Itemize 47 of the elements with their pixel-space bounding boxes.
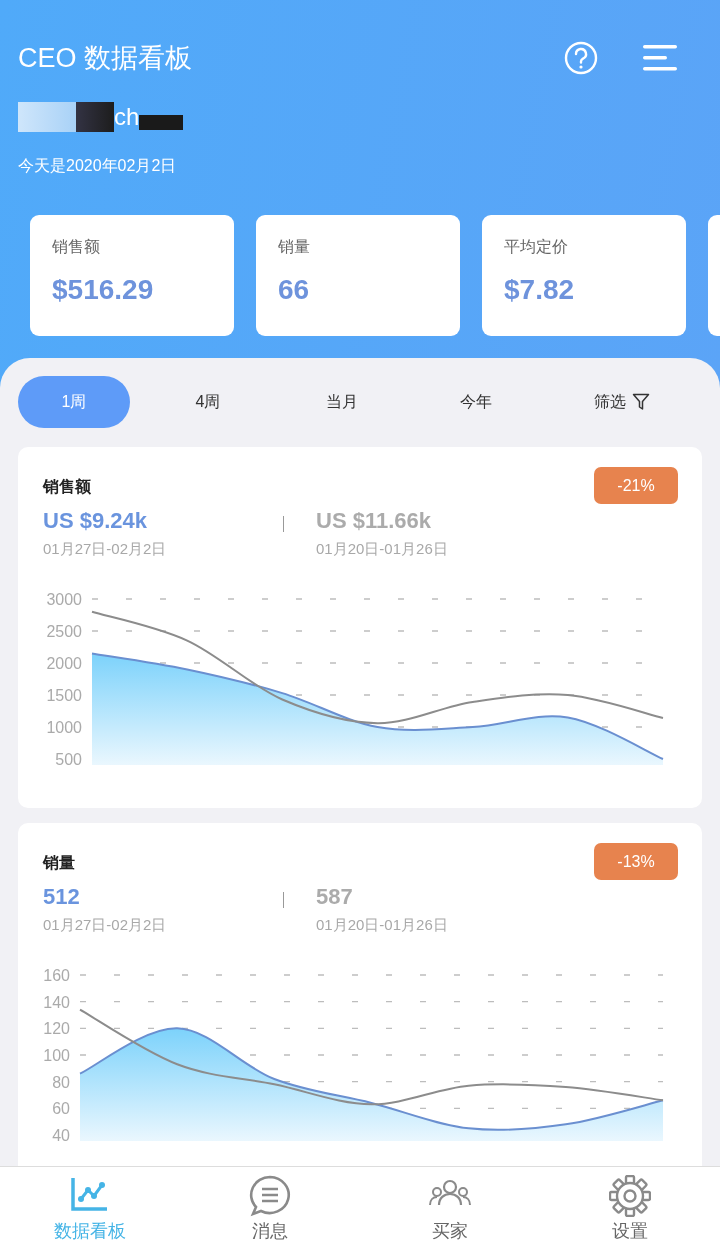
date-range: 01月27日-02月2日 <box>43 540 168 559</box>
date-range: 01月20日-01月26日 <box>316 540 449 559</box>
axis-label: 2500 <box>46 623 82 640</box>
settings-icon[interactable] <box>609 1175 651 1217</box>
axis-label: 100 <box>43 1047 70 1064</box>
nav-tab[interactable]: 设置 <box>612 1219 648 1243</box>
change-badge: -13% <box>594 843 678 880</box>
stat-value: $516.29 <box>52 274 155 306</box>
filter-icon[interactable] <box>632 393 650 411</box>
axis-label: 80 <box>52 1073 70 1091</box>
date-range: 01月20日-01月26日 <box>316 916 449 935</box>
axis-label: 140 <box>43 993 70 1011</box>
axis-label: 160 <box>43 967 70 984</box>
stat-label: 平均定价 <box>504 237 569 257</box>
axis-label: 60 <box>52 1100 70 1118</box>
axis-label: 3000 <box>46 591 82 608</box>
stat-label: 销售额 <box>52 237 101 257</box>
chat-bubble-icon[interactable] <box>249 1175 291 1217</box>
current-value: US $9.24k <box>43 508 148 534</box>
previous-value: US $11.66k <box>316 508 432 534</box>
axis-label: 120 <box>43 1020 70 1038</box>
current-value: 512 <box>43 884 81 910</box>
nav-tab[interactable]: 消息 <box>252 1219 288 1243</box>
nav-tab[interactable]: 买家 <box>432 1219 468 1243</box>
menu-icon[interactable] <box>642 43 678 73</box>
axis-label: 2000 <box>46 655 82 672</box>
user-name: ch <box>114 102 140 132</box>
stat-value: 66 <box>278 274 311 306</box>
stat-label: 销量 <box>278 237 311 257</box>
axis-label: 500 <box>55 751 82 768</box>
previous-value: 587 <box>316 884 354 910</box>
filter-label[interactable]: 筛选 <box>594 391 626 413</box>
card-title: 销售额 <box>43 477 91 497</box>
app-title: CEO 数据看板 <box>18 42 192 75</box>
axis-label: 40 <box>52 1127 70 1144</box>
period-tab[interactable]: 今年 <box>420 376 532 428</box>
date-text: 今天是2020年02月2日 <box>18 156 178 176</box>
redaction-mark <box>139 114 184 130</box>
change-badge: -21% <box>594 467 678 504</box>
period-tab[interactable]: 当月 <box>286 376 398 428</box>
stat-value: $7.82 <box>504 274 576 306</box>
axis-label: 1500 <box>46 687 82 704</box>
date-range: 01月27日-02月2日 <box>43 916 168 935</box>
period-tab[interactable]: 4周 <box>152 376 264 428</box>
help-icon[interactable] <box>564 41 598 75</box>
axis-label: 1000 <box>46 719 82 736</box>
card-title: 销量 <box>43 853 75 873</box>
